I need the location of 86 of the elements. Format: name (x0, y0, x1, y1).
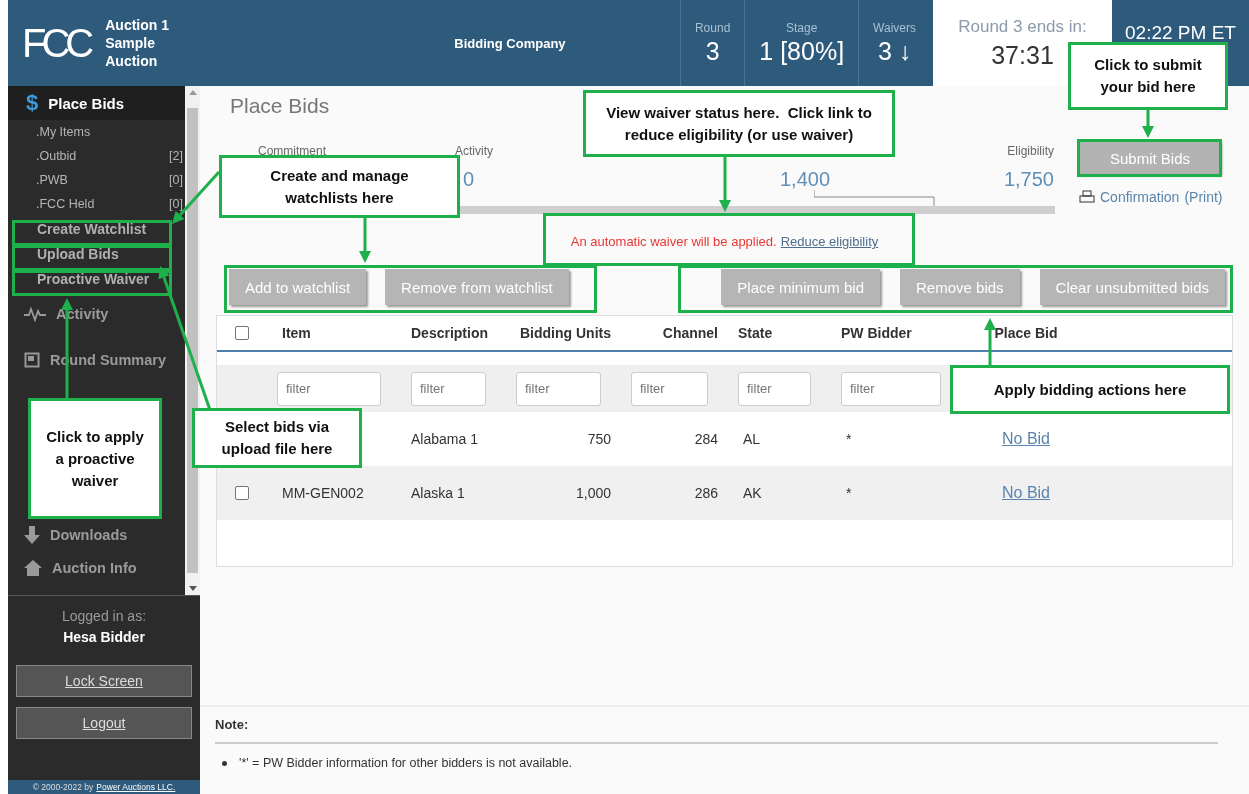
callout: Click to apply a proactive waiver (28, 398, 162, 519)
copyright-text: © 2000-2022 by (32, 782, 94, 792)
auction-name: Sample Auction (105, 34, 159, 70)
stat-value: 3 (705, 36, 720, 66)
nav-filter-item[interactable]: .PWB [0] (8, 168, 185, 192)
column-header[interactable]: Description (401, 325, 506, 341)
table-cell-text: * (845, 431, 853, 447)
callout-arrow (359, 218, 371, 263)
checkbox[interactable] (235, 486, 249, 500)
company-name: Bidding Company (454, 35, 566, 51)
auction-number: Auction 1 (105, 16, 170, 34)
page-title: Place Bids (230, 94, 330, 118)
nav-action-item[interactable]: Create Watchlist (37, 216, 147, 241)
user-name: Hesa Bidder (63, 629, 145, 645)
checkbox[interactable] (235, 326, 249, 340)
callout: Create and manage watchlists here (219, 155, 460, 218)
nav-filter-item[interactable]: .FCC Held [0] (8, 192, 185, 216)
bullet-icon (222, 760, 227, 766)
table-cell-text: MM-GEN002 (281, 485, 365, 501)
table-cell-text: * (845, 485, 853, 501)
no-bid-link[interactable]: No Bid (1002, 484, 1050, 501)
nav-item[interactable]: Auction Info (24, 555, 137, 581)
metric-value: 0 (462, 168, 476, 191)
book-icon (24, 352, 40, 368)
stat-value: 3 ↓ (877, 36, 912, 66)
callout-arrow (984, 318, 996, 365)
filter-field[interactable]: filter (516, 371, 601, 406)
metric-value: 1,400 (779, 168, 831, 191)
table-cell-text: AL (742, 431, 762, 447)
note-title: Note: (215, 717, 1218, 744)
confirmation-link[interactable]: Confirmation (1100, 189, 1180, 205)
filter-field[interactable]: filter (411, 371, 486, 406)
sidebar-button[interactable]: Lock Screen (16, 665, 192, 697)
column-header[interactable]: Channel (621, 325, 728, 341)
column-header[interactable]: Place Bid (961, 325, 1091, 341)
callout-arrow (172, 171, 221, 224)
callout-arrow (719, 157, 731, 212)
countdown-timer: 37:31 (991, 40, 1054, 70)
nav-filter-item[interactable]: .Outbid [2] (8, 144, 185, 168)
nav-action-item[interactable]: Upload Bids (37, 241, 119, 266)
note-text: '*' = PW Bidder information for other bidders is not available. (239, 756, 573, 770)
table-cell-text: Alabama 1 (410, 431, 479, 447)
stat-label: Round (694, 20, 731, 35)
print-link[interactable]: (Print) (1184, 189, 1223, 205)
table-cell-text: 286 (693, 485, 719, 501)
filter-field[interactable]: filter (841, 371, 941, 406)
pulse-icon (24, 306, 46, 322)
table-cell-text: Alaska 1 (410, 485, 466, 501)
down-arrow-icon (24, 526, 40, 544)
nav-action-item[interactable]: Proactive Waiver (37, 266, 150, 291)
callout-arrow (1142, 110, 1154, 138)
nav-filter-item[interactable]: .My Items (8, 120, 185, 144)
reduce-eligibility-link[interactable]: Reduce eligibility (780, 234, 879, 249)
column-header[interactable]: Item (267, 325, 401, 341)
printer-icon (1079, 190, 1095, 204)
metric-label: Eligibility (1007, 144, 1054, 160)
callout: Apply bidding actions here (950, 365, 1230, 414)
logged-in-label: Logged in as: (61, 608, 147, 624)
filter-field[interactable]: filter (738, 371, 811, 406)
logo: FCC (22, 20, 90, 66)
metric-value: 1,750 (1003, 168, 1054, 191)
column-header[interactable]: State (728, 325, 831, 341)
column-header[interactable]: Bidding Units (506, 325, 621, 341)
filter-field[interactable]: filter (631, 371, 708, 406)
stat-value: 1 [80%] (759, 36, 845, 66)
table-cell-text: 750 (586, 431, 612, 447)
callout: Select bids via upload file here (192, 408, 362, 468)
countdown-label: Round 3 ends in: (958, 16, 1087, 37)
stat-label: Waivers (873, 20, 916, 35)
sidebar-button[interactable]: Logout (16, 707, 192, 739)
stat-label: Stage (786, 20, 818, 35)
no-bid-link[interactable]: No Bid (1002, 430, 1050, 447)
scroll-up-icon[interactable] (188, 90, 197, 95)
table-cell-text: AK (742, 485, 763, 501)
waiver-message: An automatic waiver will be applied. (570, 234, 777, 249)
filter-field[interactable]: filter (277, 371, 381, 406)
nav-section[interactable]: $ Place Bids (8, 86, 185, 120)
callout: View waiver status here. Click link to reduce eligibility (or use waiver) (583, 90, 895, 157)
callout: Click to submit your bid here (1068, 42, 1228, 110)
clock-time: 02:22 PM ET (1125, 22, 1236, 43)
scroll-down-icon[interactable] (188, 586, 197, 591)
table-cell-text: 1,000 (574, 485, 612, 501)
company-link[interactable]: Power Auctions LLC. (96, 782, 176, 792)
table-cell-text: 284 (693, 431, 719, 447)
scrollbar[interactable] (185, 86, 200, 595)
column-header[interactable]: PW Bidder (831, 325, 961, 341)
